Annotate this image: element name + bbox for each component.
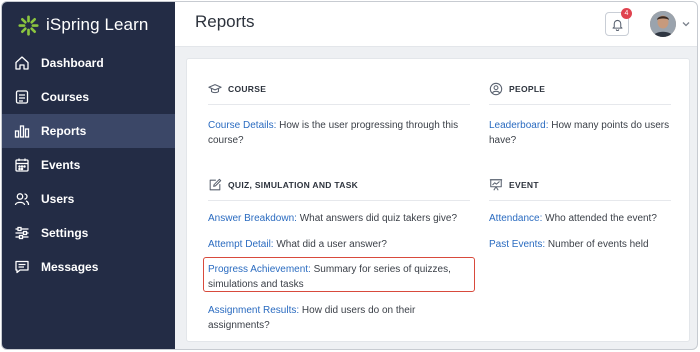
account-menu-toggle[interactable] [680, 18, 692, 30]
divider [489, 200, 671, 201]
person-circle-icon [489, 82, 503, 96]
section-people: PEOPLE Leaderboard: How many points do u… [489, 80, 671, 148]
top-header: Reports 4 [175, 2, 697, 47]
sidebar-item-events[interactable]: Events [2, 148, 175, 182]
section-header: PEOPLE [489, 80, 671, 98]
messages-icon [14, 259, 30, 275]
sidebar-item-settings[interactable]: Settings [2, 216, 175, 250]
graduation-cap-icon [208, 84, 222, 94]
report-description: Number of events held [545, 239, 649, 250]
section-course: COURSE Course Details: How is the user p… [208, 80, 470, 148]
sidebar-item-label: Settings [41, 226, 89, 240]
section-header: QUIZ, SIMULATION AND TASK [208, 176, 470, 194]
report-link-attendance[interactable]: Attendance: [489, 213, 542, 224]
report-entry: Attempt Detail: What did a user answer? [208, 237, 470, 252]
section-event: EVENT Attendance: Who attended the event… [489, 176, 671, 252]
sidebar-item-messages[interactable]: Messages [2, 250, 175, 284]
section-title: EVENT [509, 180, 539, 190]
sidebar-item-label: Dashboard [41, 56, 104, 70]
sidebar-item-reports[interactable]: Reports [2, 114, 175, 148]
notifications-button[interactable]: 4 [605, 8, 632, 36]
report-entry: Answer Breakdown: What answers did quiz … [208, 211, 470, 226]
app-window: iSpring Learn Dashboard Courses Reports … [1, 1, 698, 350]
section-title: COURSE [228, 84, 267, 94]
settings-sliders-icon [14, 225, 30, 241]
user-avatar[interactable] [650, 11, 676, 37]
report-description: What did a user answer? [273, 239, 387, 250]
section-header: EVENT [489, 176, 671, 194]
report-entry: Leaderboard: How many points do users ha… [489, 118, 671, 148]
sidebar: iSpring Learn Dashboard Courses Reports … [2, 2, 175, 349]
report-link-leaderboard[interactable]: Leaderboard: [489, 120, 549, 131]
report-entry: Past Events: Number of events held [489, 237, 671, 252]
courses-icon [14, 89, 30, 105]
sidebar-item-courses[interactable]: Courses [2, 80, 175, 114]
edit-icon [209, 178, 222, 191]
sidebar-item-label: Events [41, 158, 81, 172]
sidebar-item-label: Reports [41, 124, 87, 138]
section-quiz: QUIZ, SIMULATION AND TASK Answer Breakdo… [208, 176, 470, 333]
bell-icon [612, 19, 622, 31]
report-link-course-details[interactable]: Course Details: [208, 120, 276, 131]
section-title: QUIZ, SIMULATION AND TASK [228, 180, 359, 190]
notifications-badge: 4 [621, 8, 632, 19]
reports-card: COURSE Course Details: How is the user p… [186, 58, 690, 342]
sidebar-item-label: Courses [41, 90, 90, 104]
chevron-down-icon [682, 22, 690, 27]
brand-name: iSpring Learn [46, 15, 149, 34]
reports-icon [14, 123, 30, 139]
page-title: Reports [195, 12, 255, 31]
ispring-logo-icon [18, 14, 39, 36]
report-description: What answers did quiz takers give? [296, 213, 458, 224]
calendar-icon [14, 157, 30, 173]
divider [489, 104, 671, 105]
presentation-icon [489, 179, 503, 191]
sidebar-item-dashboard[interactable]: Dashboard [2, 46, 175, 80]
sidebar-nav: Dashboard Courses Reports Events Users S… [2, 46, 175, 284]
sidebar-item-label: Users [41, 192, 75, 206]
section-header: COURSE [208, 80, 470, 98]
report-link-past-events[interactable]: Past Events: [489, 239, 545, 250]
users-icon [14, 191, 30, 207]
report-link-assignment-results[interactable]: Assignment Results: [208, 305, 299, 316]
sidebar-item-users[interactable]: Users [2, 182, 175, 216]
report-entry: Assignment Results: How did users do on … [208, 303, 470, 333]
report-entry: Course Details: How is the user progress… [208, 118, 470, 148]
highlight-box [203, 257, 475, 292]
divider [208, 200, 470, 201]
divider [208, 104, 470, 105]
report-description: Who attended the event? [542, 213, 657, 224]
section-title: PEOPLE [509, 84, 546, 94]
brand[interactable]: iSpring Learn [18, 13, 148, 37]
report-link-attempt-detail[interactable]: Attempt Detail: [208, 239, 274, 250]
sidebar-item-label: Messages [41, 260, 99, 274]
home-icon [14, 55, 30, 71]
report-link-answer-breakdown[interactable]: Answer Breakdown: [208, 213, 297, 224]
avatar-image [650, 11, 676, 37]
report-entry: Attendance: Who attended the event? [489, 211, 671, 226]
